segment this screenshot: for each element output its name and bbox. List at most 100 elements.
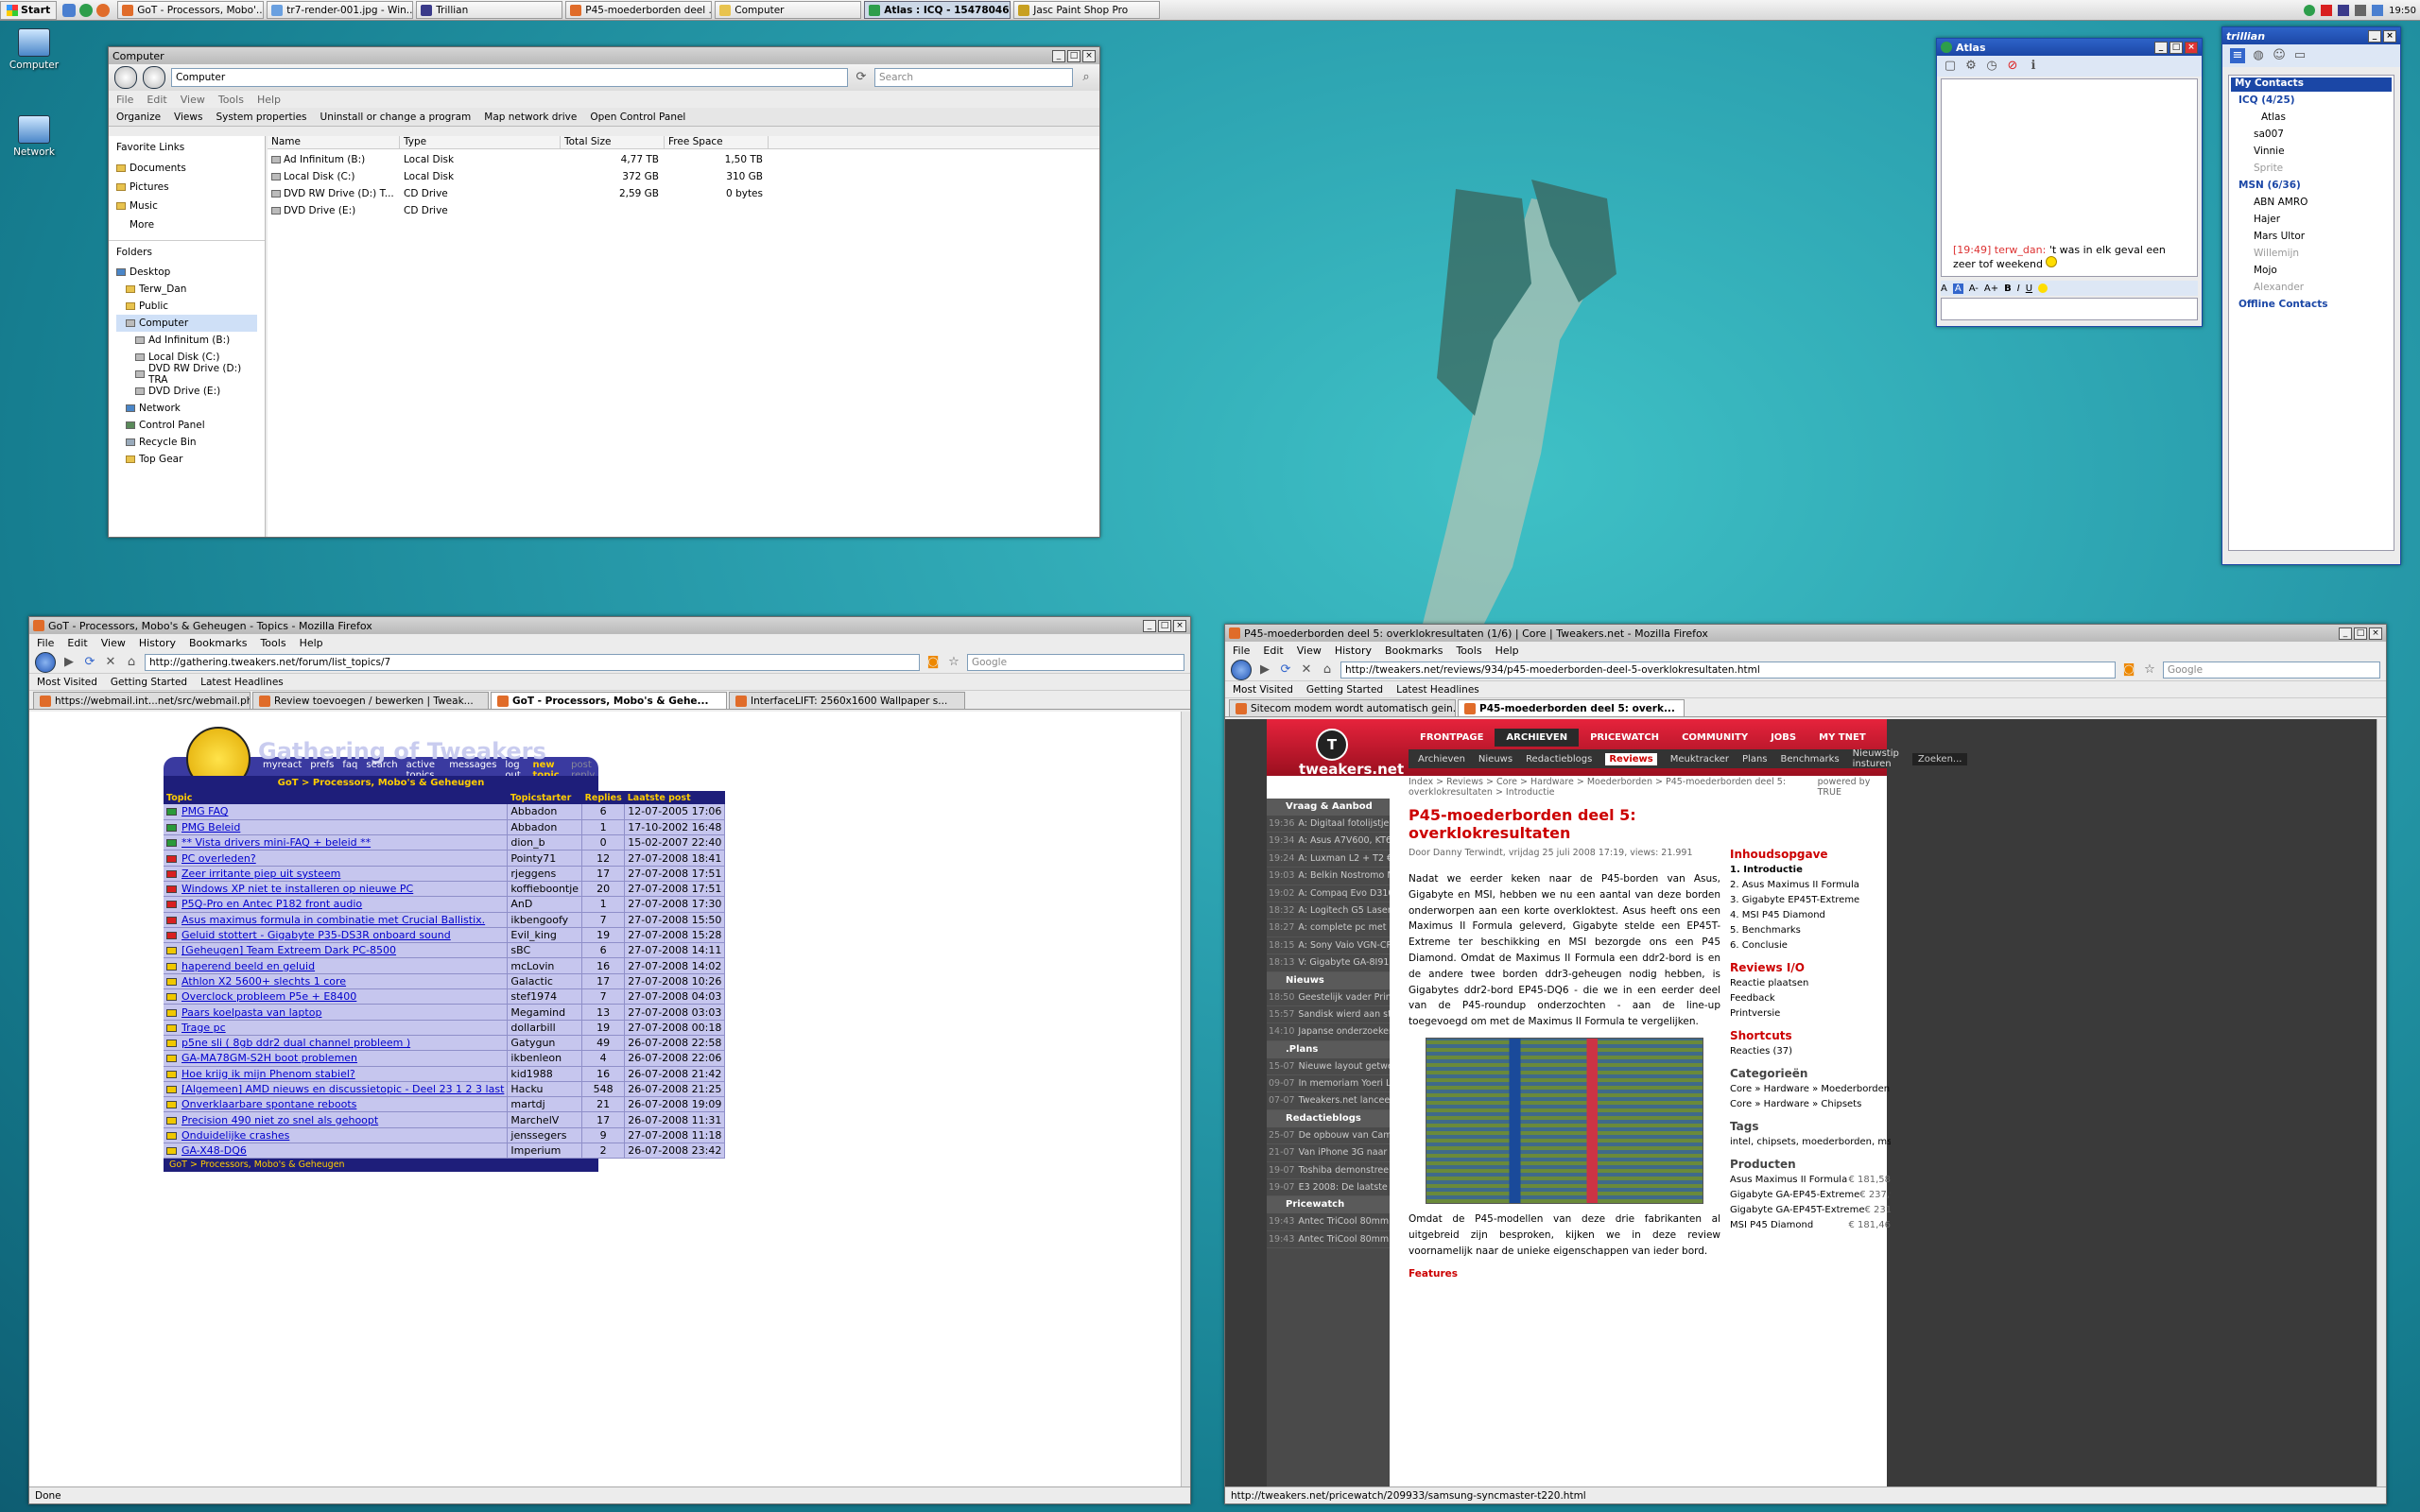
volume-icon[interactable] <box>2355 5 2367 16</box>
sidebar-item[interactable]: 19:43Antec TriCool 80mm Blue LED (80... <box>1267 1231 1390 1249</box>
icq-titlebar[interactable]: Atlas _ □ × <box>1937 39 2202 56</box>
topic-starter[interactable]: stef1974 <box>507 988 583 1005</box>
rss-icon[interactable]: ◙ <box>2121 662 2136 678</box>
topic-row[interactable]: Hoe krijg ik mijn Phenom stabiel? kid1988… <box>164 1066 726 1082</box>
tree-item[interactable]: Terw_Dan <box>116 281 257 298</box>
quicklaunch-icon[interactable] <box>96 3 111 17</box>
topic-last-post[interactable]: 27-07-2008 11:18 <box>624 1127 726 1144</box>
sidebar-section-header[interactable]: Nieuws <box>1267 971 1390 989</box>
topic-last-post[interactable]: 27-07-2008 04:03 <box>624 988 726 1005</box>
sidebar-item[interactable]: 19:03A: Belkin Nostromo N50 SpeedPad... <box>1267 868 1390 885</box>
topic-last-post[interactable]: 26-07-2008 22:58 <box>624 1035 726 1052</box>
topic-last-post[interactable]: 27-07-2008 17:30 <box>624 896 726 913</box>
breadcrumb[interactable]: Index > Reviews > Core > Hardware > Moed… <box>1409 777 1818 798</box>
sidebar-item[interactable]: 18:27A: complete pc met Intel Core2Duo..… <box>1267 919 1390 937</box>
contact-group-msn[interactable]: MSN (6/36) <box>2231 177 2392 194</box>
toc-item[interactable]: 4. MSI P45 Diamond <box>1730 910 1891 925</box>
sidebar-item[interactable]: 19:43Antec TriCool 80mm Green LED (8... <box>1267 1213 1390 1231</box>
contact-item[interactable]: Vinnie <box>2231 143 2392 160</box>
sidebar-item[interactable]: 21-07Van iPhone 3G naar veredelde iP... <box>1267 1144 1390 1162</box>
menu-history[interactable]: History <box>1335 644 1372 657</box>
topic-link[interactable]: Asus maximus formula in combinatie met C… <box>182 914 485 926</box>
sidebar-item[interactable]: 15-07Nieuwe layout getweakt <box>1267 1058 1390 1076</box>
topic-starter[interactable]: MarchelV <box>507 1111 583 1128</box>
topic-last-post[interactable]: 26-07-2008 21:25 <box>624 1081 726 1098</box>
forward-button[interactable] <box>143 66 165 89</box>
stop-icon[interactable]: ✕ <box>103 655 118 670</box>
browser-tab[interactable]: Sitecom modem wordt automatisch gein... <box>1229 699 1456 716</box>
bookmark-latest-headlines[interactable]: Latest Headlines <box>200 677 284 688</box>
reload-icon[interactable]: ⟳ <box>82 655 97 670</box>
search-icon[interactable]: ⌕ <box>1079 70 1094 85</box>
browser-tab[interactable]: Review toevoegen / bewerken | Tweak... <box>252 692 489 709</box>
menu-edit[interactable]: Edit <box>67 637 87 649</box>
col-topicstarter[interactable]: Topicstarter <box>507 791 582 804</box>
topic-link[interactable]: Hoe krijg ik mijn Phenom stabiel? <box>182 1068 355 1080</box>
tray-icon[interactable] <box>2321 5 2333 16</box>
menu-icon[interactable]: ≡ <box>2230 48 2245 63</box>
map-network-drive-button[interactable]: Map network drive <box>484 112 577 123</box>
tree-item[interactable]: Ad Infinitum (B:) <box>116 332 257 349</box>
subnav-archieven[interactable]: Archieven <box>1418 754 1465 765</box>
close-button[interactable]: × <box>2369 627 2382 640</box>
clock[interactable]: 19:50 <box>2389 6 2416 16</box>
maximize-button[interactable]: □ <box>1158 619 1171 632</box>
subnav-nieuwstip[interactable]: Nieuwstip insturen <box>1853 748 1899 769</box>
topic-starter[interactable]: Evil_king <box>507 927 583 944</box>
io-item[interactable]: Printversie <box>1730 1008 1891 1023</box>
topic-link[interactable]: ** Vista drivers mini-FAQ + beleid ** <box>182 836 371 849</box>
emoticon-button[interactable] <box>2038 284 2048 293</box>
desktop-icon-network[interactable]: Network <box>4 115 64 158</box>
menu-view[interactable]: View <box>181 94 205 106</box>
topic-link[interactable]: Precision 490 niet zo snel als gehoopt <box>182 1114 378 1126</box>
column-total-size[interactable]: Total Size <box>561 136 665 148</box>
topic-last-post[interactable]: 26-07-2008 21:42 <box>624 1066 726 1082</box>
topic-starter[interactable]: Gatygun <box>507 1035 583 1052</box>
contacts-icon[interactable]: ☺ <box>2272 48 2287 63</box>
tree-item[interactable]: DVD RW Drive (D:) TRA <box>116 363 257 386</box>
topic-last-post[interactable]: 27-07-2008 03:03 <box>624 1004 726 1021</box>
topic-link[interactable]: Windows XP niet te installeren op nieuwe… <box>182 883 413 895</box>
topic-row[interactable]: [Algemeen] AMD nieuws en discussietopic … <box>164 1081 726 1098</box>
topic-starter[interactable]: Hacku <box>507 1081 583 1098</box>
topic-row[interactable]: Onduidelijke crashes jenssegers 9 27-07-200… <box>164 1127 726 1144</box>
contact-item[interactable]: Mars Ultor <box>2231 228 2392 245</box>
contact-item[interactable]: ABN AMRO <box>2231 194 2392 211</box>
topic-starter[interactable]: Abbadon <box>507 804 583 820</box>
trillian-titlebar[interactable]: trillian _ × <box>2222 27 2400 44</box>
subnav-nieuws[interactable]: Nieuws <box>1478 754 1512 765</box>
features-link[interactable]: Features <box>1409 1268 1720 1280</box>
close-button[interactable]: × <box>2185 41 2198 54</box>
menu-edit[interactable]: Edit <box>147 94 166 106</box>
topic-starter[interactable]: sBC <box>507 942 583 959</box>
sidebar-item[interactable]: 18:15A: Sony Vaio VGN-CR11Z/R € 900,- <box>1267 937 1390 955</box>
tree-item[interactable]: Public <box>116 298 257 315</box>
topic-link[interactable]: PMG FAQ <box>182 805 228 817</box>
underline-button[interactable]: U <box>2026 284 2032 294</box>
file-row[interactable]: DVD RW Drive (D:) T... CD Drive 2,59 GB … <box>268 185 1099 202</box>
product-item[interactable]: Asus Maximus II Formula € 181,58 <box>1730 1175 1891 1190</box>
sidebar-item[interactable]: 19:02A: Compaq Evo D310 in d330 kast... <box>1267 885 1390 902</box>
nav-archieven[interactable]: ARCHIEVEN <box>1495 729 1580 747</box>
info-icon[interactable]: ℹ <box>2026 59 2041 74</box>
col-replies[interactable]: Replies <box>581 791 625 804</box>
topic-row[interactable]: ** Vista drivers mini-FAQ + beleid ** dio… <box>164 834 726 851</box>
topic-starter[interactable]: dion_b <box>507 834 583 851</box>
topic-last-post[interactable]: 15-02-2007 22:40 <box>624 834 726 851</box>
close-button[interactable]: × <box>2383 29 2396 43</box>
contact-info-icon[interactable]: ▢ <box>1943 59 1958 74</box>
menu-edit[interactable]: Edit <box>1263 644 1283 657</box>
topic-row[interactable]: GA-MA78GM-S2H boot problemen ikbenleon 4 26… <box>164 1050 726 1067</box>
window-icon[interactable]: ▭ <box>2292 48 2308 63</box>
topic-link[interactable]: PC overleden? <box>182 852 256 865</box>
nav-frontpage[interactable]: FRONTPAGE <box>1409 729 1495 747</box>
topic-row[interactable]: [Geheugen] Team Extreem Dark PC-8500 sBC 6… <box>164 942 726 959</box>
topic-row[interactable]: GA-X48-DQ6 Imperium 2 26-07-2008 23:42 <box>164 1143 726 1160</box>
column-free-space[interactable]: Free Space <box>665 136 769 148</box>
column-name[interactable]: Name <box>268 136 400 148</box>
contact-item[interactable]: Atlas <box>2231 109 2392 126</box>
scrollbar[interactable] <box>1181 712 1190 1486</box>
topic-row[interactable]: Paars koelpasta van laptop Megamind 13 27-0… <box>164 1004 726 1021</box>
topic-link[interactable]: Overclock probleem P5e + E8400 <box>182 990 356 1003</box>
topic-row[interactable]: Athlon X2 5600+ slechts 1 core Galactic 17… <box>164 973 726 990</box>
